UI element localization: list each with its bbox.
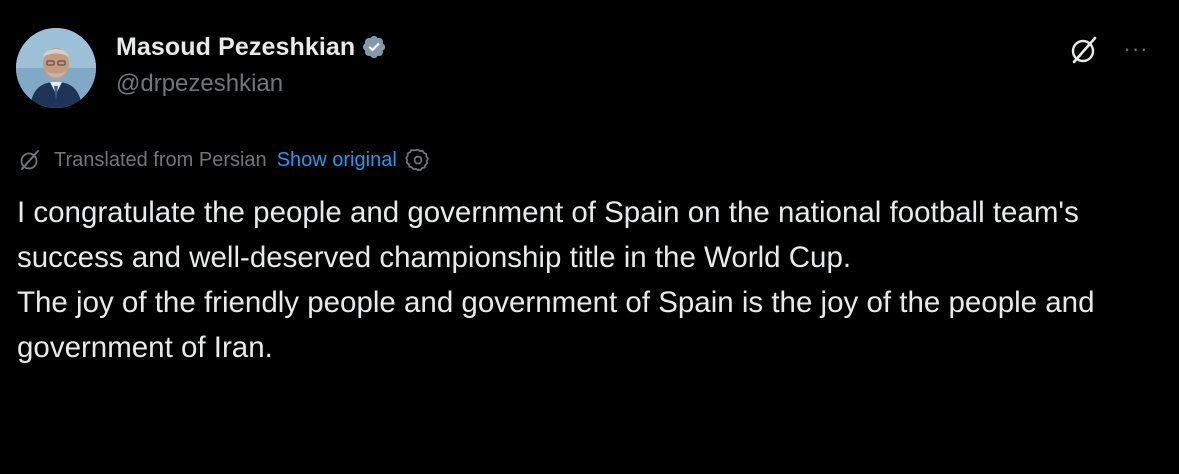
tweet-paragraph: The joy of the friendly people and gover… — [17, 286, 1095, 364]
show-original-link[interactable]: Show original — [277, 149, 397, 172]
author-block: Masoud Pezeshkian @drpezeshkian — [116, 30, 387, 98]
verified-badge-icon[interactable] — [361, 34, 387, 60]
translated-from-label: Translated from Persian — [54, 148, 267, 171]
tweet-card: Masoud Pezeshkian @drpezeshkian ··· Tran… — [0, 0, 1179, 474]
avatar[interactable] — [16, 28, 96, 108]
grok-icon[interactable] — [1066, 32, 1102, 68]
tweet-paragraph: I congratulate the people and government… — [17, 196, 1079, 274]
translation-bar: Translated from Persian Show original — [18, 145, 431, 175]
tweet-text: I congratulate the people and government… — [17, 190, 1157, 370]
name-row: Masoud Pezeshkian — [116, 30, 387, 64]
gear-icon[interactable] — [405, 147, 431, 173]
display-name[interactable]: Masoud Pezeshkian — [116, 33, 355, 62]
handle[interactable]: @drpezeshkian — [116, 70, 387, 98]
avatar-image — [16, 28, 96, 108]
more-options-button[interactable]: ··· — [1118, 34, 1154, 64]
grok-icon — [18, 148, 42, 172]
